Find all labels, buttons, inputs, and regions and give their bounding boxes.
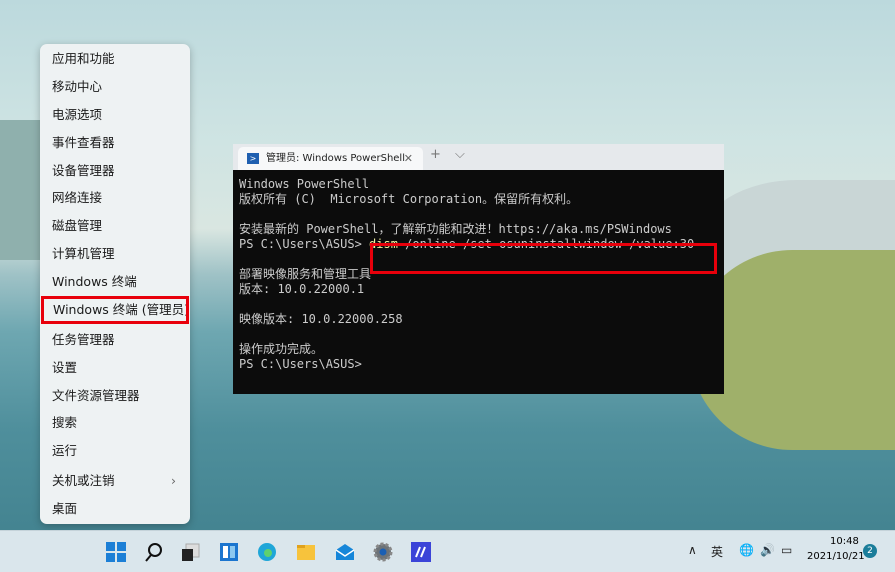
terminal-app-icon[interactable] bbox=[410, 541, 432, 563]
menu-item-label: 运行 bbox=[52, 443, 78, 458]
mail-icon[interactable] bbox=[334, 541, 356, 563]
menu-item-label: 关机或注销 bbox=[52, 473, 115, 488]
menu-item-label: Windows 终端 bbox=[52, 274, 137, 289]
menu-item-label: 应用和功能 bbox=[52, 51, 115, 66]
tab-title: 管理员: Windows PowerShell bbox=[266, 153, 405, 164]
menu-item-label: 文件资源管理器 bbox=[52, 388, 140, 403]
menu-item[interactable]: 设置 bbox=[40, 354, 190, 382]
command-highlight-box bbox=[370, 243, 717, 274]
terminal-line: 映像版本: 10.0.22000.258 bbox=[239, 312, 403, 326]
menu-item[interactable]: 网络连接 bbox=[40, 184, 190, 212]
menu-item-label: 任务管理器 bbox=[52, 332, 115, 347]
search-icon[interactable] bbox=[143, 541, 165, 563]
start-context-menu: 应用和功能移动中心电源选项事件查看器设备管理器网络连接磁盘管理计算机管理 Wind… bbox=[40, 44, 190, 524]
task-view-icon[interactable] bbox=[180, 541, 202, 563]
terminal-line: 安装最新的 PowerShell，了解新功能和改进！https://aka.ms… bbox=[239, 222, 672, 236]
terminal-window: > 管理员: Windows PowerShell ✕ + ⌵ Windows … bbox=[233, 144, 724, 394]
widgets-icon[interactable] bbox=[218, 541, 240, 563]
menu-item[interactable]: 关机或注销 › bbox=[40, 467, 190, 495]
tab-bar: > 管理员: Windows PowerShell ✕ + ⌵ bbox=[233, 144, 724, 170]
menu-item-label: 设备管理器 bbox=[52, 163, 115, 178]
menu-item[interactable]: 事件查看器 bbox=[40, 129, 190, 157]
menu-item[interactable]: 桌面 bbox=[40, 495, 190, 523]
menu-item[interactable]: Windows 终端 bbox=[40, 268, 190, 296]
terminal-line: PS C:\Users\ASUS> bbox=[239, 357, 362, 371]
menu-item-label: 搜索 bbox=[52, 415, 78, 430]
menu-item-label: 设置 bbox=[52, 360, 78, 375]
terminal-line: 操作成功完成。 bbox=[239, 342, 324, 356]
clock-date[interactable]: 2021/10/21 bbox=[807, 551, 865, 562]
close-tab-icon[interactable]: ✕ bbox=[404, 147, 413, 170]
terminal-line: Windows PowerShell bbox=[239, 177, 370, 191]
menu-item-label: 事件查看器 bbox=[52, 135, 115, 150]
terminal-line: 版权所有 (C) Microsoft Corporation。保留所有权利。 bbox=[239, 192, 579, 206]
edge-icon[interactable] bbox=[256, 541, 278, 563]
menu-item-label: 桌面 bbox=[52, 501, 78, 516]
terminal-output[interactable]: Windows PowerShell 版权所有 (C) Microsoft Cor… bbox=[239, 177, 721, 372]
menu-item-label: 移动中心 bbox=[52, 79, 103, 94]
menu-item[interactable]: 移动中心 bbox=[40, 73, 190, 101]
battery-icon[interactable]: ▭ bbox=[781, 543, 792, 557]
menu-item[interactable]: 电源选项 bbox=[40, 101, 190, 129]
menu-item-label: 网络连接 bbox=[52, 190, 103, 205]
network-icon[interactable]: 🌐 bbox=[739, 543, 754, 557]
menu-item-label: 电源选项 bbox=[52, 107, 103, 122]
menu-item-label: 磁盘管理 bbox=[52, 218, 103, 233]
menu-item[interactable]: 文件资源管理器 bbox=[40, 382, 190, 410]
settings-icon[interactable] bbox=[372, 541, 394, 563]
menu-item[interactable]: 运行 bbox=[40, 437, 190, 465]
dropdown-button[interactable]: ⌵ bbox=[455, 147, 465, 162]
menu-item[interactable]: 设备管理器 bbox=[40, 157, 190, 185]
menu-item-label: Windows 终端 (管理员) bbox=[53, 302, 189, 317]
ime-indicator[interactable]: 英 bbox=[711, 543, 723, 560]
tray-overflow-icon[interactable]: ∧ bbox=[688, 543, 697, 557]
chevron-right-icon: › bbox=[171, 473, 176, 488]
powershell-icon: > bbox=[247, 153, 259, 164]
menu-item-label: 计算机管理 bbox=[52, 246, 115, 261]
menu-item[interactable]: 搜索 bbox=[40, 409, 190, 437]
menu-item[interactable]: 磁盘管理 bbox=[40, 212, 190, 240]
taskbar: ∧ 英 🌐 🔊 ▭ 10:48 2021/10/21 2 bbox=[0, 530, 895, 572]
menu-item[interactable]: 计算机管理 bbox=[40, 240, 190, 268]
menu-item[interactable]: Windows 终端 (管理员) bbox=[41, 296, 189, 324]
clock-time[interactable]: 10:48 bbox=[830, 536, 859, 547]
menu-item[interactable]: 任务管理器 bbox=[40, 326, 190, 354]
new-tab-button[interactable]: + bbox=[430, 147, 441, 162]
tab-powershell-admin[interactable]: > 管理员: Windows PowerShell ✕ bbox=[238, 147, 423, 170]
prompt: PS C:\Users\ASUS> bbox=[239, 237, 370, 251]
volume-icon[interactable]: 🔊 bbox=[760, 543, 775, 557]
notification-badge[interactable]: 2 bbox=[863, 544, 877, 558]
start-icon[interactable] bbox=[105, 541, 127, 563]
menu-item[interactable]: 应用和功能 bbox=[40, 45, 190, 73]
terminal-line: 版本: 10.0.22000.1 bbox=[239, 282, 365, 296]
file-explorer-icon[interactable] bbox=[295, 541, 317, 563]
